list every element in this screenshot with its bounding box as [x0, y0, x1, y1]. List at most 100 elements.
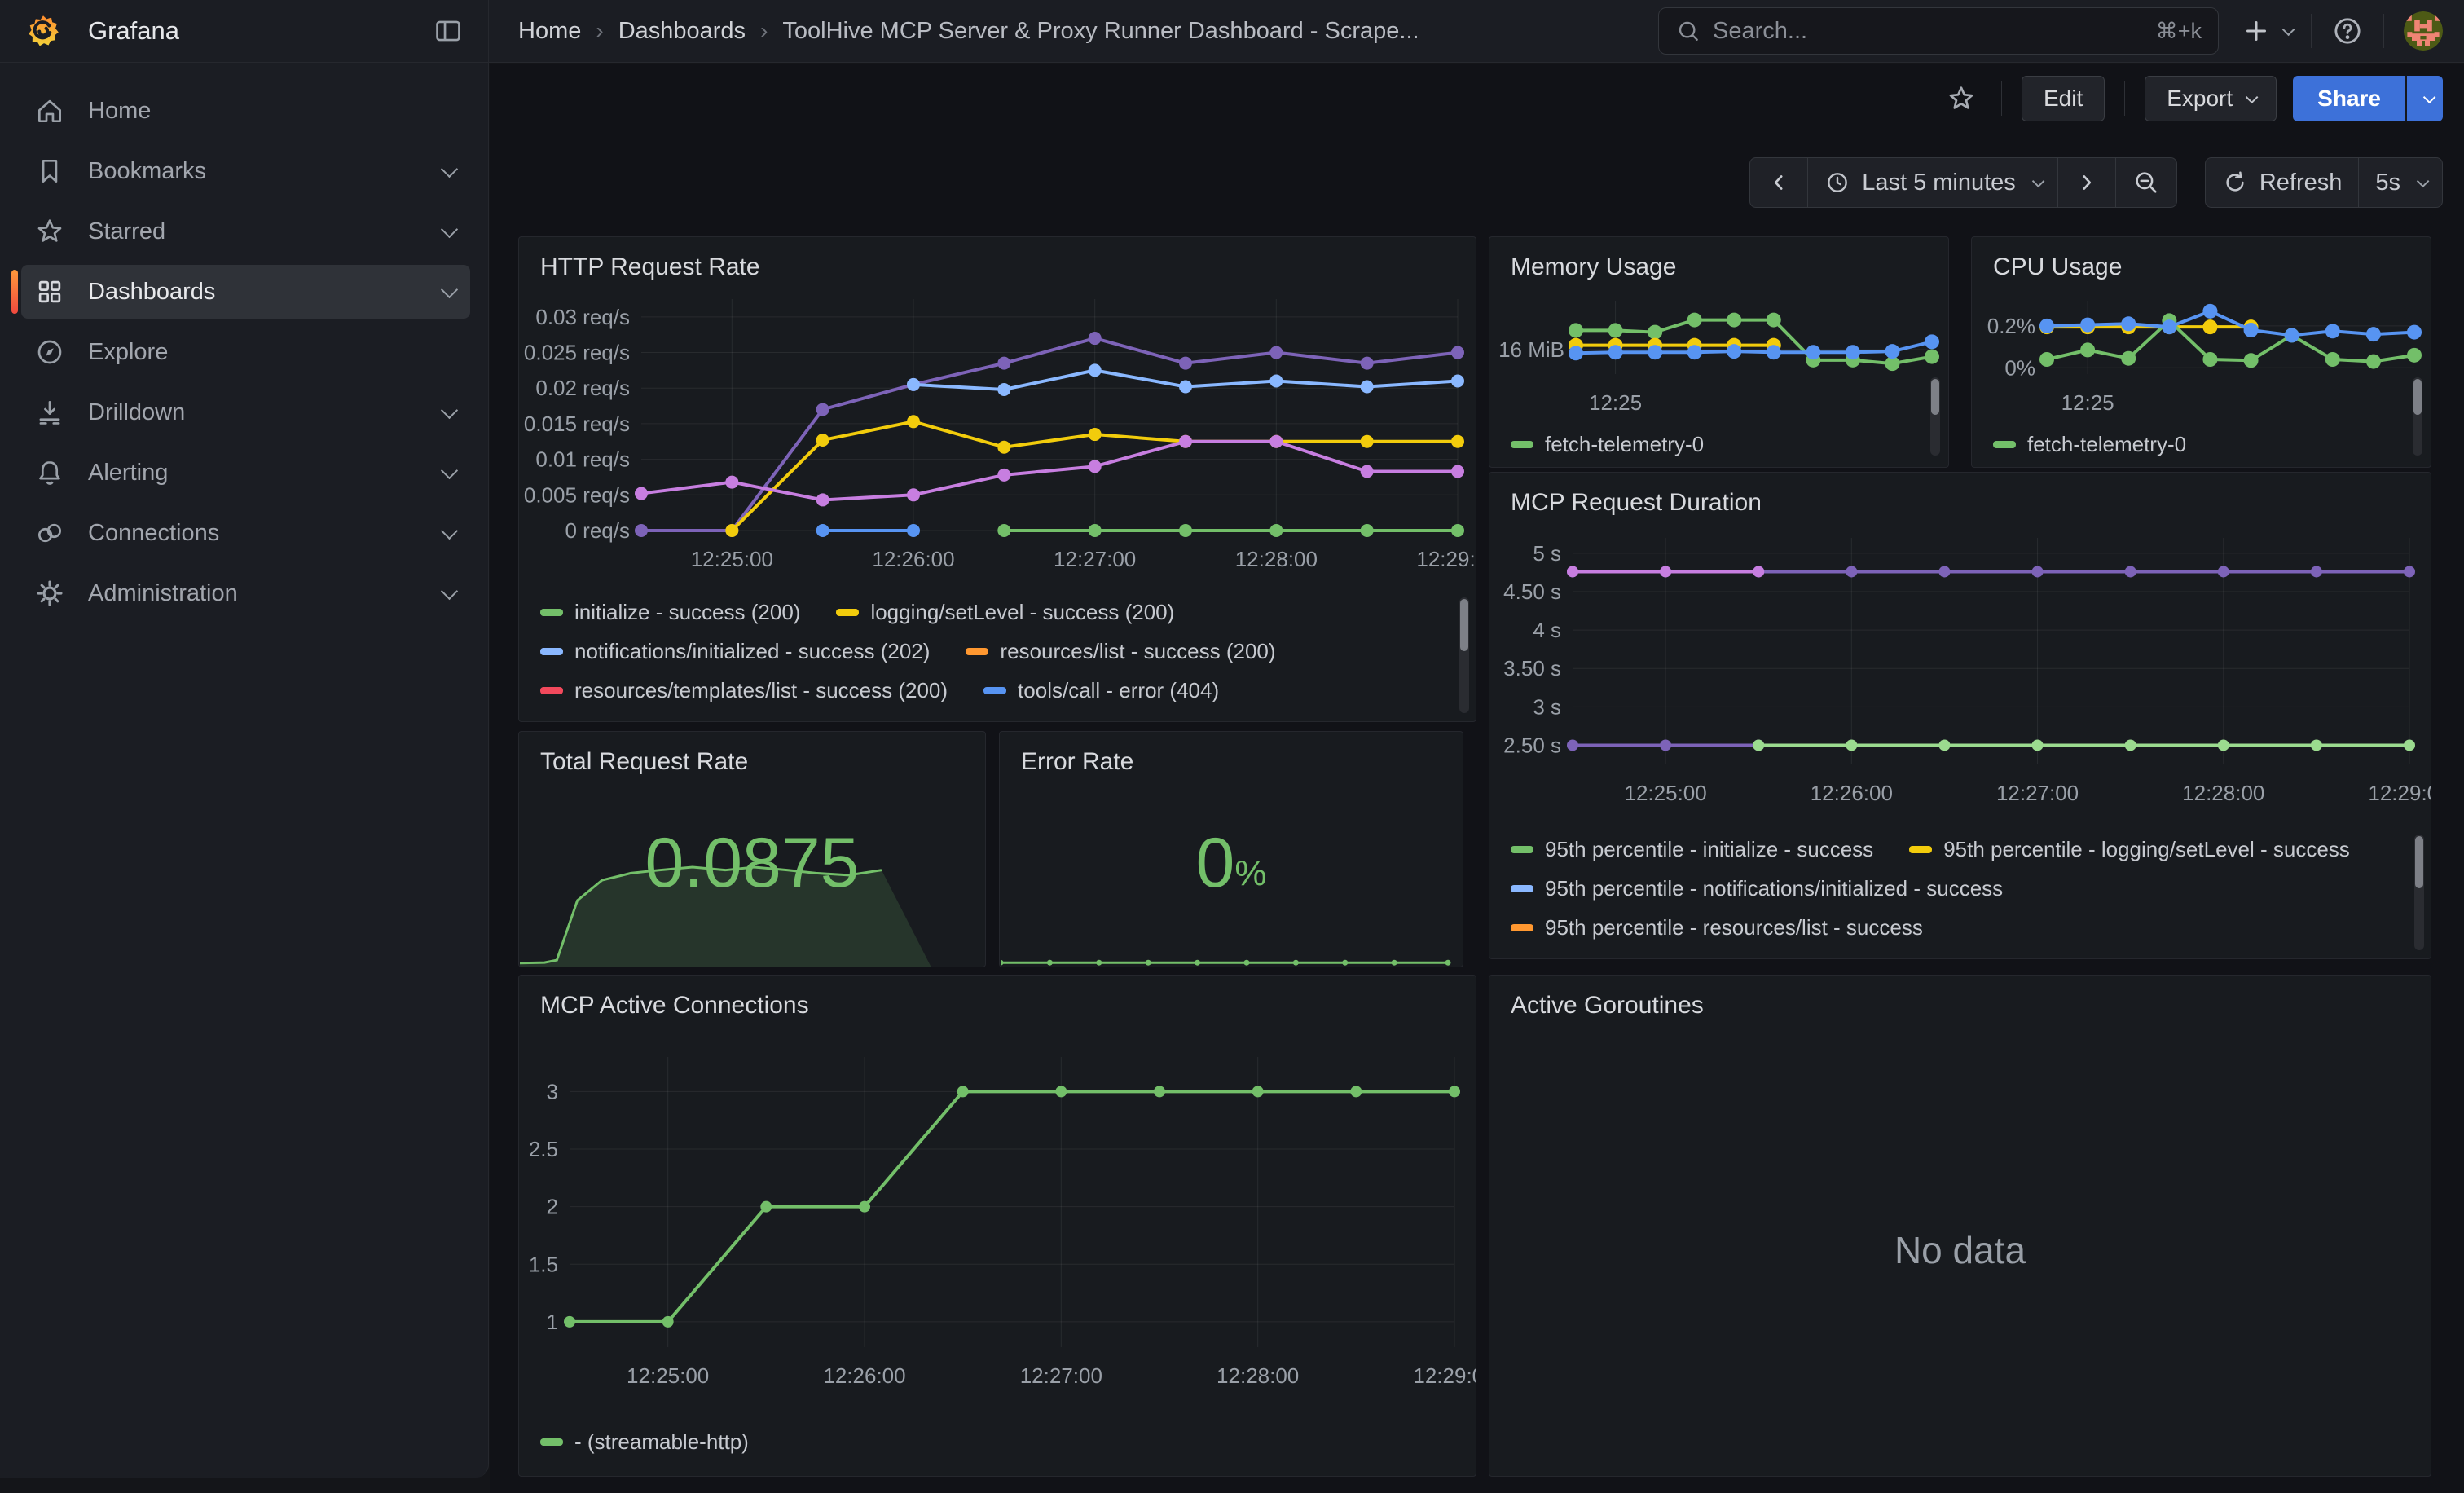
panel-title[interactable]: HTTP Request Rate	[519, 237, 1476, 286]
mcp-request-duration-chart[interactable]: 12:25:0012:26:0012:27:0012:28:0012:29:00…	[1489, 522, 2431, 830]
panel-title[interactable]: MCP Request Duration	[1489, 473, 2431, 522]
legend-item[interactable]: fetch-telemetry-0	[1511, 432, 1704, 457]
panel-title[interactable]: Error Rate	[1000, 732, 1463, 781]
chevron-down-icon	[2282, 23, 2295, 36]
panel-title[interactable]: CPU Usage	[1972, 237, 2431, 286]
grafana-logo[interactable]	[24, 12, 62, 50]
rings-icon	[34, 517, 65, 548]
legend-label: tools/call - error (404)	[1018, 678, 1219, 703]
total-request-rate-stat[interactable]: 0.0875	[519, 781, 985, 967]
breadcrumb-separator: ›	[596, 18, 603, 44]
legend-scrollbar[interactable]	[1930, 377, 1940, 456]
scrollbar-thumb[interactable]	[1931, 379, 1939, 415]
svg-text:12:26:00: 12:26:00	[872, 547, 954, 571]
legend-swatch	[540, 1438, 563, 1446]
edit-button[interactable]: Edit	[2022, 76, 2105, 121]
http-request-rate-chart[interactable]: 12:25:0012:26:0012:27:0012:28:0012:29:00…	[519, 286, 1476, 592]
sidebar-item-label: Alerting	[88, 460, 168, 487]
sidebar-item-bookmarks[interactable]: Bookmarks	[21, 144, 470, 198]
legend-item[interactable]: 95th percentile - initialize - success	[1511, 837, 1873, 862]
share-button[interactable]: Share	[2293, 76, 2405, 121]
share-options-button[interactable]	[2405, 76, 2443, 121]
sidebar-item-administration[interactable]: Administration	[21, 566, 470, 620]
panel-title[interactable]: MCP Active Connections	[519, 976, 1476, 1024]
refresh-interval-picker[interactable]: 5s	[2358, 158, 2442, 207]
refresh-icon	[2222, 170, 2248, 196]
compass-icon	[34, 337, 65, 368]
chevron-down-icon[interactable]	[441, 461, 458, 478]
drilldown-icon	[34, 397, 65, 428]
scrollbar-thumb[interactable]	[2415, 836, 2423, 888]
panel-title[interactable]: Memory Usage	[1489, 237, 1948, 286]
breadcrumb-link[interactable]: Dashboards	[618, 18, 746, 45]
chevron-down-icon[interactable]	[441, 220, 458, 237]
legend-row: 95th percentile - resources/list - succe…	[1511, 908, 2422, 947]
sidebar-item-connections[interactable]: Connections	[21, 506, 470, 560]
legend-scrollbar[interactable]	[2413, 377, 2422, 456]
scrollbar-thumb[interactable]	[2413, 379, 2422, 415]
legend-item[interactable]: initialize - success (200)	[540, 600, 800, 625]
sidebar-item-dashboards[interactable]: Dashboards	[21, 265, 470, 319]
legend-scrollbar[interactable]	[1459, 597, 1469, 713]
panel-title[interactable]: Active Goroutines	[1489, 976, 2431, 1024]
user-avatar[interactable]	[2404, 11, 2443, 51]
chevron-down-icon[interactable]	[441, 160, 458, 177]
chevron-down-icon	[2032, 174, 2045, 187]
chevron-down-icon[interactable]	[441, 582, 458, 599]
legend-item[interactable]: tools/call - success (200)	[540, 717, 807, 722]
breadcrumb-link[interactable]: Home	[518, 18, 581, 45]
chevron-down-icon[interactable]	[441, 522, 458, 539]
sidebar-item-explore[interactable]: Explore	[21, 325, 470, 379]
legend-item[interactable]: notifications/initialized - success (202…	[540, 639, 930, 664]
time-shift-back-button[interactable]	[1750, 158, 1807, 207]
legend-swatch	[1511, 441, 1533, 448]
home-icon	[34, 95, 65, 126]
star-icon	[34, 216, 65, 247]
sidebar-item-drilldown[interactable]: Drilldown	[21, 385, 470, 439]
mcp-active-connections-chart[interactable]: 12:25:0012:26:0012:27:0012:28:0012:29:00…	[519, 1024, 1476, 1417]
legend-item[interactable]: resources/templates/list - success (200)	[540, 678, 948, 703]
legend-item[interactable]: logging/setLevel - success (200)	[836, 600, 1174, 625]
legend-scrollbar[interactable]	[2414, 835, 2424, 950]
search-input[interactable]	[1713, 18, 2156, 45]
legend-item[interactable]: 95th percentile - logging/setLevel - suc…	[1909, 837, 2350, 862]
time-shift-forward-button[interactable]	[2057, 158, 2115, 207]
chevron-down-icon[interactable]	[441, 280, 458, 297]
sidebar-item-starred[interactable]: Starred	[21, 205, 470, 258]
legend-item[interactable]: 95th percentile - notifications/initiali…	[1511, 876, 2003, 901]
legend-item[interactable]: tools/list - success (200)	[843, 717, 1105, 722]
dock-menu-icon[interactable]	[433, 15, 464, 46]
legend-item[interactable]: 95th percentile - resources/templates/li…	[1511, 954, 2021, 959]
new-button[interactable]	[2242, 16, 2291, 46]
legend-item[interactable]: resources/list - success (200)	[966, 639, 1275, 664]
legend-item[interactable]: 95th percentile - resources/list - succe…	[1511, 915, 1923, 940]
scrollbar-thumb[interactable]	[1460, 599, 1468, 651]
time-range-picker[interactable]: Last 5 minutes	[1807, 158, 2057, 207]
zoom-out-button[interactable]	[2115, 158, 2176, 207]
svg-text:4.50 s: 4.50 s	[1503, 579, 1561, 604]
legend-item[interactable]: fetch-telemetry-0	[1993, 432, 2186, 457]
chart-svg: 12:250.2%0%	[1972, 286, 2431, 425]
panel-title[interactable]: Total Request Rate	[519, 732, 985, 781]
svg-text:2.50 s: 2.50 s	[1503, 733, 1561, 757]
favorite-star-icon[interactable]	[1946, 83, 1977, 114]
sidebar-item-home[interactable]: Home	[21, 84, 470, 138]
legend-item[interactable]: unknown - success (200)	[1141, 717, 1410, 722]
legend-label: tools/call - success (200)	[574, 717, 807, 722]
search-box[interactable]: ⌘+k	[1658, 7, 2219, 55]
error-rate-stat[interactable]: 0%	[1000, 781, 1463, 967]
legend-item[interactable]: tools/call - error (404)	[983, 678, 1219, 703]
legend-swatch	[1909, 846, 1932, 853]
chevron-down-icon[interactable]	[441, 401, 458, 418]
top-bar-left: Grafana	[0, 0, 489, 62]
legend-item[interactable]: - (streamable-http)	[540, 1429, 749, 1455]
svg-text:2: 2	[547, 1195, 558, 1219]
time-range-group: Last 5 minutes	[1749, 157, 2177, 208]
cpu-usage-chart[interactable]: 12:250.2%0%	[1972, 286, 2431, 425]
help-icon[interactable]	[2331, 15, 2364, 47]
export-button[interactable]: Export	[2145, 76, 2277, 121]
sidebar-item-alerting[interactable]: Alerting	[21, 446, 470, 500]
memory-usage-chart[interactable]: 12:2516 MiB	[1489, 286, 1948, 425]
svg-text:0 req/s: 0 req/s	[565, 518, 631, 543]
refresh-button[interactable]: Refresh	[2206, 158, 2359, 207]
